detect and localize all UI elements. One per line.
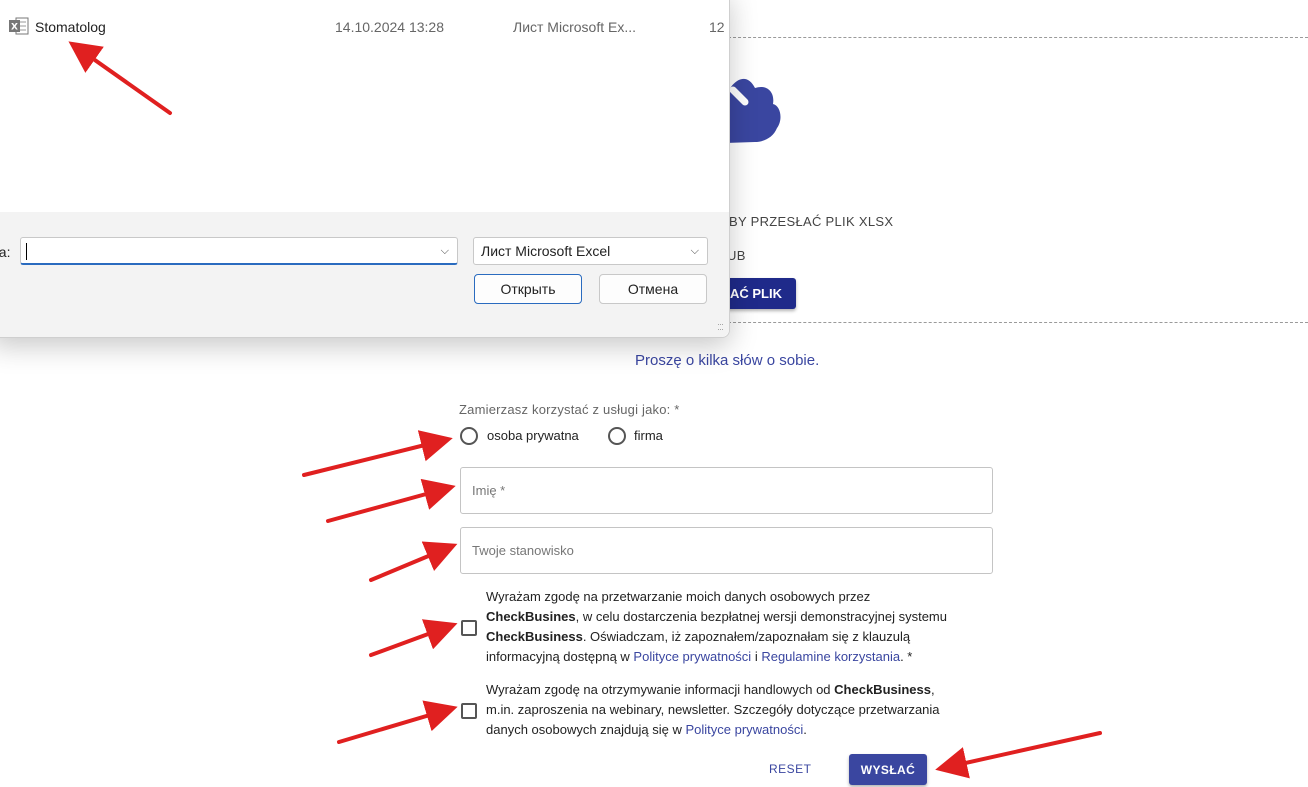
- divider-bottom: [728, 322, 1308, 323]
- filename-label: na:: [0, 244, 11, 260]
- consent-marketing-checkbox[interactable]: [461, 703, 477, 719]
- name-input[interactable]: Imię *: [460, 467, 993, 514]
- filetype-select-value: Лист Microsoft Excel: [481, 243, 611, 259]
- filename-input[interactable]: ⌵: [20, 237, 458, 265]
- open-button[interactable]: Открыть: [474, 274, 582, 304]
- position-input-placeholder: Twoje stanowisko: [472, 543, 574, 558]
- chevron-down-icon[interactable]: ⌵: [441, 245, 449, 258]
- excel-file-icon: X: [9, 17, 29, 35]
- filetype-select[interactable]: Лист Microsoft Excel ⌵: [473, 237, 708, 265]
- arrow-to-consent1: [369, 619, 458, 657]
- terms-link[interactable]: Regulamine korzystania: [761, 649, 900, 664]
- resize-grip-icon[interactable]: ··· ···: [717, 320, 724, 334]
- cancel-button[interactable]: Отмена: [599, 274, 707, 304]
- radio-company-label[interactable]: firma: [634, 428, 663, 443]
- arrow-to-name: [326, 478, 456, 523]
- consent-marketing-text: Wyrażam zgodę na otrzymywanie informacji…: [486, 682, 940, 737]
- privacy-policy-link[interactable]: Polityce prywatności: [633, 649, 751, 664]
- file-type: Лист Microsoft Ex...: [513, 19, 636, 35]
- chevron-down-icon: ⌵: [690, 245, 699, 257]
- consent-data-processing-checkbox[interactable]: [461, 620, 477, 636]
- arrow-to-consent2: [337, 700, 458, 744]
- name-input-placeholder: Imię *: [472, 483, 506, 498]
- consent-data-processing-text: Wyrażam zgodę na przetwarzanie moich dan…: [486, 589, 947, 664]
- radio-company[interactable]: [608, 427, 626, 445]
- upload-instruction: BY PRZESŁAĆ PLIK XLSX: [729, 214, 894, 229]
- open-button-label: Открыть: [500, 281, 556, 297]
- position-input[interactable]: Twoje stanowisko: [460, 527, 993, 574]
- privacy-policy-link-2[interactable]: Polityce prywatności: [685, 722, 803, 737]
- form-intro: Proszę o kilka słów o sobie.: [635, 352, 820, 369]
- submit-button[interactable]: WYSŁAĆ: [849, 754, 927, 785]
- file-size: 12: [709, 19, 725, 35]
- arrow-to-radio: [302, 430, 453, 477]
- radio-private-person[interactable]: [460, 427, 478, 445]
- dialog-footer: na: ⌵ Лист Microsoft Excel ⌵ Открыть Отм…: [0, 212, 729, 337]
- submit-button-label: WYSŁAĆ: [860, 762, 916, 777]
- text-cursor: [26, 243, 27, 260]
- svg-text:X: X: [11, 23, 18, 33]
- divider-top: [728, 37, 1308, 38]
- arrow-to-position: [369, 541, 458, 582]
- file-name: Stomatolog: [35, 19, 106, 35]
- reset-button[interactable]: RESET: [769, 762, 812, 776]
- cancel-button-label: Отмена: [627, 281, 679, 297]
- file-open-dialog: X Stomatolog 14.10.2024 13:28 Лист Micro…: [0, 0, 730, 338]
- file-date: 14.10.2024 13:28: [335, 19, 444, 35]
- radio-private-person-label[interactable]: osoba prywatna: [487, 428, 579, 443]
- file-row[interactable]: X Stomatolog 14.10.2024 13:28 Лист Micro…: [0, 15, 729, 39]
- usage-question: Zamierzasz korzystać z usługi jako: *: [459, 402, 680, 417]
